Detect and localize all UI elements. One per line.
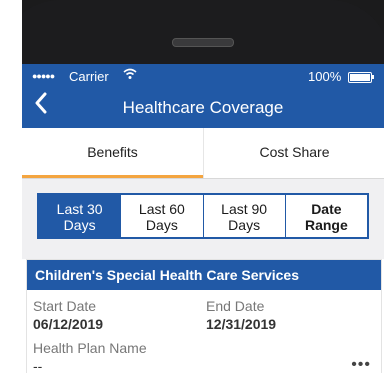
range-label-line2: Days (228, 217, 261, 233)
end-date-value: 12/31/2019 (206, 316, 277, 332)
phone-top-bezel (0, 0, 390, 70)
end-date-label: End Date (206, 298, 265, 314)
range-last-30-days[interactable]: Last 30 Days (39, 195, 121, 237)
nav-bar: Healthcare Coverage (22, 88, 384, 128)
phone-edge-right (384, 0, 390, 373)
health-plan-label: Health Plan Name (33, 340, 147, 356)
date-range-area: Last 30 Days Last 60 Days Last 90 Days D… (22, 179, 384, 259)
range-label-line1: Last 60 (138, 201, 185, 217)
signal-icon: ●●●●● (32, 71, 55, 81)
phone-edge (0, 0, 22, 373)
card-title: Children's Special Health Care Services (27, 260, 381, 290)
page-title: Healthcare Coverage (122, 98, 284, 117)
battery-percent: 100% (308, 69, 342, 84)
range-label-line2: Days (63, 217, 96, 233)
carrier-label: Carrier (69, 69, 109, 84)
app-screen: ●●●●● Carrier 100% Healthcare Coverage B… (22, 64, 384, 373)
wifi-icon (123, 68, 137, 83)
status-bar: ●●●●● Carrier 100% (22, 64, 384, 88)
date-range-selector: Last 30 Days Last 60 Days Last 90 Days D… (37, 193, 369, 239)
coverage-card[interactable]: Children's Special Health Care Services … (26, 259, 382, 373)
more-options-icon[interactable]: ••• (351, 356, 371, 373)
start-date-label: Start Date (33, 298, 97, 314)
phone-speaker (172, 38, 234, 47)
range-label-line2: Days (145, 217, 178, 233)
battery-icon (348, 72, 372, 83)
range-label-line1: Last 30 (56, 201, 103, 217)
tab-cost-share[interactable]: Cost Share (203, 128, 384, 178)
range-date-range[interactable]: Date Range (284, 195, 367, 237)
tab-bar: Benefits Cost Share (22, 128, 384, 179)
range-last-90-days[interactable]: Last 90 Days (202, 195, 285, 237)
range-label-line1: Date (311, 201, 342, 217)
tab-benefits[interactable]: Benefits (22, 128, 203, 178)
range-label-line2: Range (304, 217, 348, 233)
start-date-value: 06/12/2019 (33, 316, 104, 332)
range-last-60-days[interactable]: Last 60 Days (120, 195, 202, 237)
health-plan-value: -- (33, 358, 43, 373)
battery-tip (372, 75, 374, 79)
range-label-line1: Last 90 (221, 201, 268, 217)
